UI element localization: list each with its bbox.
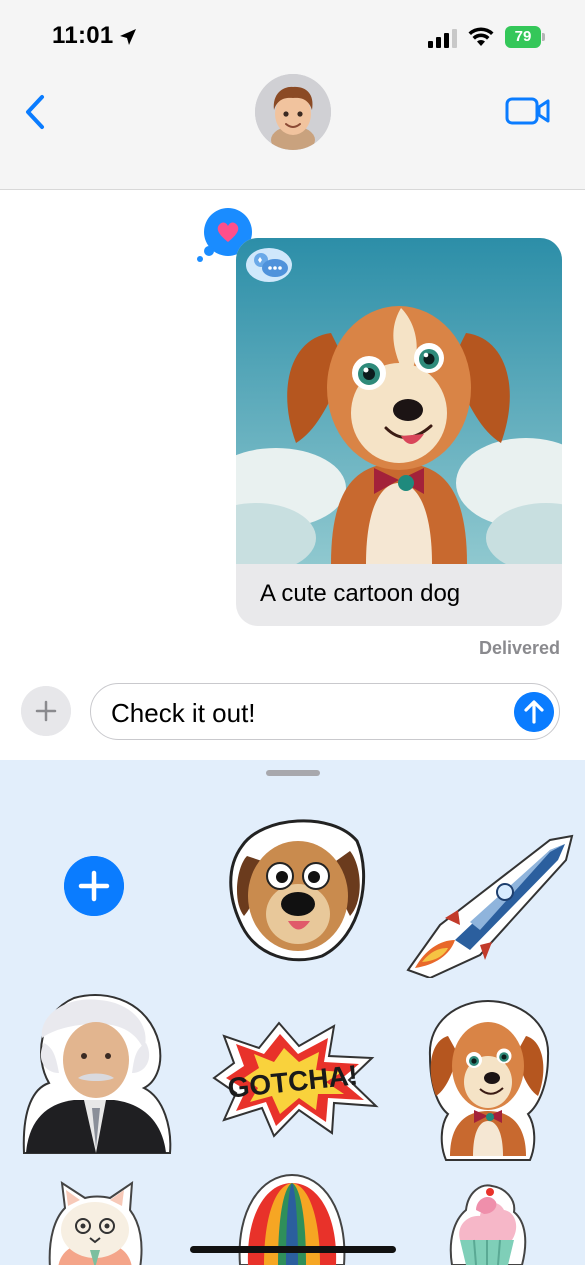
message-input-text[interactable]: Check it out! [111,698,256,729]
cupcake-sticker[interactable] [446,1180,528,1265]
cellular-signal-icon [428,29,457,48]
rocket-sticker[interactable] [400,830,578,978]
delivery-status: Delivered [478,638,560,658]
battery-level: 79 [505,26,541,48]
gotcha-sticker[interactable]: GOTCHA! [204,1018,382,1138]
status-time: 11:01 [52,22,114,49]
battery-tip [542,33,545,41]
back-chevron-icon[interactable] [20,94,52,130]
video-call-icon[interactable] [505,96,551,126]
battery-indicator: 79 [505,26,545,48]
apps-plus-button[interactable] [21,686,71,736]
image-playground-badge-icon [246,248,292,282]
dog-face-sticker[interactable] [222,806,372,966]
memoji-avatar-icon [255,74,331,150]
cartoon-dog-sticker[interactable] [418,996,556,1162]
home-indicator[interactable] [190,1246,396,1253]
image-caption: A cute cartoon dog [260,580,461,607]
conversation-header [0,74,585,190]
send-arrow-icon[interactable] [514,692,554,732]
cartoon-dog-image [236,238,562,564]
cat-sticker[interactable] [40,1178,150,1265]
contact-avatar[interactable] [255,74,331,150]
sticker-drawer: GOTCHA! [0,760,585,1265]
location-arrow-icon [120,29,136,45]
add-sticker-button[interactable] [64,856,124,916]
message-input[interactable]: Check it out! [90,683,560,740]
drawer-grabber[interactable] [266,770,320,776]
image-message-bubble[interactable]: A cute cartoon dog [236,238,562,626]
wifi-icon [468,27,494,46]
einstein-sticker[interactable] [14,988,176,1158]
status-bar: 11:01 79 [0,0,585,80]
